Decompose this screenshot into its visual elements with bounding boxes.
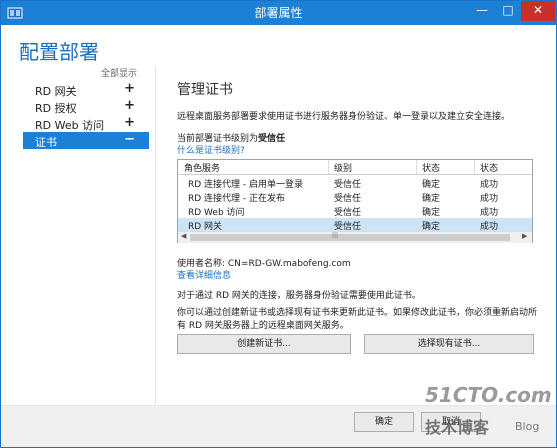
pane-divider xyxy=(155,66,156,406)
scrollbar-thumb[interactable] xyxy=(190,234,510,241)
table-row-selected[interactable]: RD 网关 受信任 确定 成功 xyxy=(178,218,532,232)
cell-level: 受信任 xyxy=(334,208,362,218)
scrollbar-grip-icon: ||| xyxy=(332,232,339,239)
column-separator[interactable] xyxy=(328,160,329,174)
column-header-role[interactable]: 角色服务 xyxy=(184,161,220,174)
view-details-link[interactable]: 查看详细信息 xyxy=(177,268,231,281)
column-header-state[interactable]: 状态 xyxy=(422,161,440,174)
sidebar-item-label: RD 授权 xyxy=(35,102,77,115)
sidebar-item-rd-web-access[interactable]: RD Web 访问 + xyxy=(23,115,149,132)
cell-state: 确定 xyxy=(422,194,441,204)
update-note: 你可以通过创建新证书或选择现有证书来更新此证书。如果修改此证书，你必须重新启动所… xyxy=(177,308,538,331)
cell-status: 成功 xyxy=(480,208,499,218)
table-row[interactable]: RD Web 访问 受信任 确定 成功 xyxy=(178,204,532,218)
section-description: 远程桌面服务部署要求使用证书进行服务器身份验证、单一登录以及建立安全连接。 xyxy=(177,112,511,122)
cell-status: 成功 xyxy=(480,180,499,190)
show-all-link[interactable]: 全部显示 xyxy=(101,66,137,79)
column-header-level[interactable]: 级别 xyxy=(334,161,352,174)
scroll-left-icon[interactable]: ◀ xyxy=(181,232,186,240)
close-icon[interactable]: ✕ xyxy=(521,1,555,21)
minimize-icon[interactable]: — xyxy=(469,1,495,21)
expand-icon[interactable]: + xyxy=(124,115,135,130)
sidebar-item-label: RD Web 访问 xyxy=(35,119,105,132)
column-separator[interactable] xyxy=(474,160,475,174)
sidebar-item-rd-licensing[interactable]: RD 授权 + xyxy=(23,98,149,115)
select-certificate-button[interactable]: 选择现有证书... xyxy=(364,334,534,354)
current-level-value: 受信任 xyxy=(258,134,286,144)
expand-icon[interactable]: + xyxy=(124,98,135,113)
sidebar-item-label: 证书 xyxy=(35,136,57,149)
grid-header: 角色服务 级别 状态 状态 xyxy=(178,160,532,175)
cell-role: RD 连接代理 - 正在发布 xyxy=(188,194,286,204)
what-is-level-link[interactable]: 什么是证书级别? xyxy=(177,143,245,156)
cell-level: 受信任 xyxy=(334,194,362,204)
title-bar[interactable]: 部署属性 — □ ✕ xyxy=(1,1,556,25)
section-title: 管理证书 xyxy=(177,82,233,98)
sidebar-item-label: RD 网关 xyxy=(35,85,77,98)
create-certificate-button[interactable]: 创建新证书... xyxy=(177,334,351,354)
horizontal-scrollbar[interactable]: ◀ ||| ▶ xyxy=(178,231,532,243)
expand-icon[interactable]: + xyxy=(124,81,135,96)
ok-button[interactable]: 确定 xyxy=(354,412,414,432)
column-separator[interactable] xyxy=(416,160,417,174)
sidebar-item-certificates[interactable]: 证书 − xyxy=(23,132,149,149)
page-title: 配置部署 xyxy=(19,40,99,64)
column-header-status[interactable]: 状态 xyxy=(480,161,498,174)
certificates-grid[interactable]: 角色服务 级别 状态 状态 RD 连接代理 - 启用单一登录 受信任 确定 成功… xyxy=(177,159,533,243)
scroll-right-icon[interactable]: ▶ xyxy=(522,232,527,240)
cell-role: RD Web 访问 xyxy=(188,208,245,218)
cell-state: 确定 xyxy=(422,180,441,190)
watermark-blog: Blog xyxy=(515,420,540,433)
collapse-icon[interactable]: − xyxy=(124,132,135,147)
table-row[interactable]: RD 连接代理 - 正在发布 受信任 确定 成功 xyxy=(178,190,532,204)
cell-state: 确定 xyxy=(422,208,441,218)
watermark-text: 技术博客 xyxy=(425,418,490,437)
cell-role: RD 连接代理 - 启用单一登录 xyxy=(188,180,304,190)
gateway-note: 对于通过 RD 网关的连接，服务器身份验证需要使用此证书。 xyxy=(177,291,421,301)
watermark-logo: 51CTO.com xyxy=(425,383,552,407)
sidebar-item-rd-gateway[interactable]: RD 网关 + xyxy=(23,81,149,98)
table-row[interactable]: RD 连接代理 - 启用单一登录 受信任 确定 成功 xyxy=(178,176,532,190)
cell-level: 受信任 xyxy=(334,180,362,190)
cell-status: 成功 xyxy=(480,194,499,204)
maximize-icon[interactable]: □ xyxy=(495,1,521,21)
deployment-properties-window: 部署属性 — □ ✕ 配置部署 全部显示 RD 网关 + RD 授权 + RD … xyxy=(0,0,557,448)
